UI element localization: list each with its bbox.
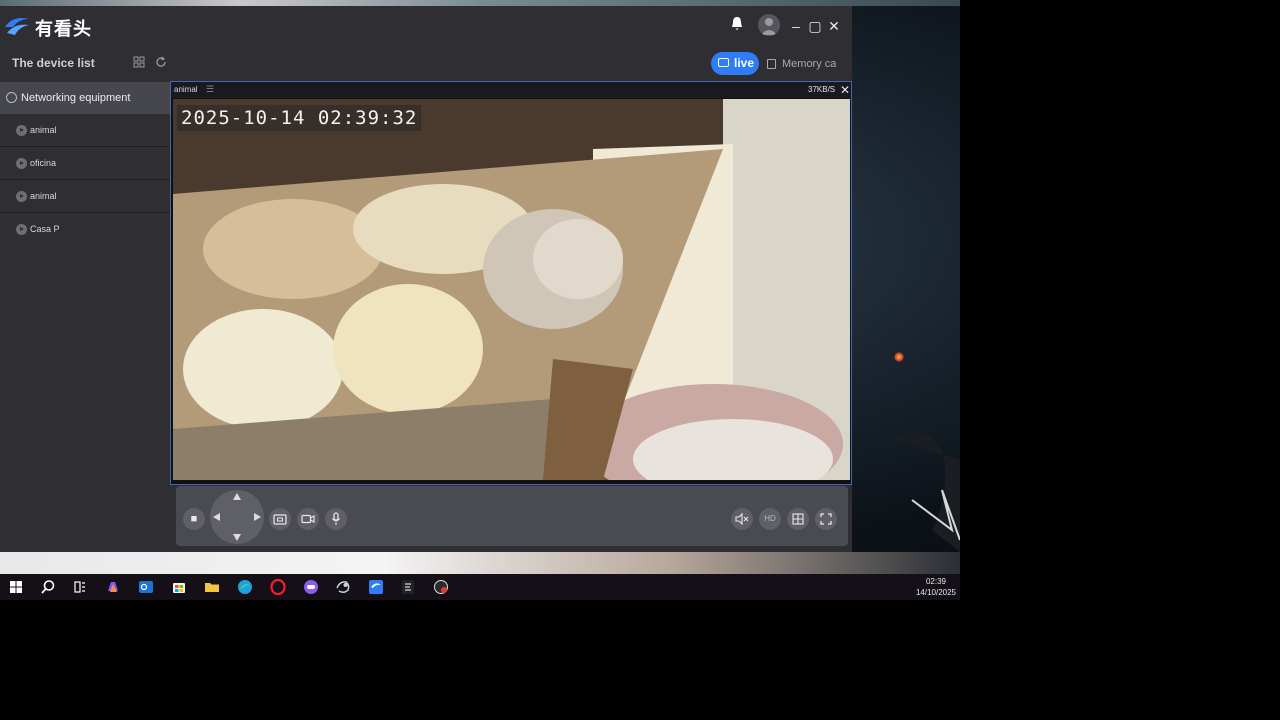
video-title: animal [174,85,198,94]
memory-card-tab-button[interactable]: Memory card [766,58,836,72]
recording-app-icon[interactable] [433,579,449,595]
microphone-icon[interactable] [325,508,347,530]
task-view-icon[interactable] [72,579,88,595]
menu-icon[interactable]: ☰ [206,84,214,95]
memory-card-tab-label: Memory card [782,58,836,70]
wallpaper-bottom [0,552,960,574]
app-window: 有看头 – ▢ ✕ The device list live Memory ca… [0,6,852,552]
playback-controls: ■ HD [176,486,848,546]
play-circle-icon [16,191,27,202]
camera-feed[interactable]: 2025-10-14 02:39:32 [173,99,850,480]
record-icon[interactable] [297,508,319,530]
epic-games-icon[interactable] [400,579,416,595]
edge-browser-icon[interactable] [237,579,253,595]
bell-icon[interactable] [727,16,747,36]
wallpaper-art [892,432,960,552]
device-item-oficina[interactable]: oficina [0,147,170,180]
device-list-title: The device list [12,56,95,70]
stop-icon[interactable]: ■ [183,508,205,530]
app-gamepad-icon[interactable] [303,579,319,595]
toolbar: The device list live Memory card [0,46,852,80]
ptz-down-icon[interactable] [233,534,241,541]
desktop: 有看头 – ▢ ✕ The device list live Memory ca… [0,0,960,600]
fullscreen-icon[interactable] [815,508,837,530]
bitrate-readout: 37KB/S [808,85,836,94]
group-label: Networking equipment [21,92,131,104]
camera-feed-image [173,99,850,480]
close-video-icon[interactable]: ✕ [839,82,851,98]
copilot-icon[interactable] [105,579,121,595]
screenshot-icon[interactable] [269,508,291,530]
steam-icon[interactable] [335,579,351,595]
opera-icon[interactable] [270,579,286,595]
minimize-icon[interactable]: – [786,16,806,36]
hd-icon[interactable]: HD [759,508,781,530]
play-circle-icon [16,224,27,235]
device-item-animal-2[interactable]: animal [0,180,170,213]
device-item-animal[interactable]: animal [0,114,170,147]
sd-card-icon [767,59,776,69]
device-item-casa-p[interactable]: Casa P [0,213,170,246]
device-label: oficina [30,158,57,168]
device-label: animal [30,125,57,135]
live-tab-button[interactable]: live [711,52,759,75]
app-logo-text: 有看头 [35,19,92,39]
ptz-right-icon[interactable] [254,513,261,521]
play-circle-icon [16,158,27,169]
maximize-icon[interactable]: ▢ [805,16,825,36]
play-circle-icon [16,125,27,136]
ptz-up-icon[interactable] [233,493,241,500]
video-header: animal ☰ 37KB/S ✕ [171,82,851,98]
mute-icon[interactable] [731,508,753,530]
windows-start-icon[interactable] [8,579,24,595]
system-clock[interactable]: 02:39 14/10/2025 [912,576,960,598]
wallpaper-spark [894,352,904,362]
grid-view-icon[interactable] [132,56,146,70]
app-logo-icon [5,18,29,35]
search-icon[interactable] [40,579,56,595]
globe-icon [6,92,17,103]
file-explorer-icon[interactable] [204,579,220,595]
title-bar: 有看头 – ▢ ✕ [0,6,852,46]
grid-layout-icon[interactable] [787,508,809,530]
outlook-icon[interactable] [138,579,154,595]
device-label: animal [30,191,57,201]
user-avatar-icon[interactable] [758,14,780,36]
taskbar: 02:39 14/10/2025 [0,574,960,600]
device-sidebar: Networking equipment animal oficina anim… [0,82,170,552]
tv-icon [718,58,729,67]
video-timestamp-overlay: 2025-10-14 02:39:32 [177,105,422,131]
microsoft-store-icon[interactable] [171,579,187,595]
video-panel[interactable]: animal ☰ 37KB/S ✕ 2025-10-14 02:39:32 [170,81,852,485]
networking-equipment-group[interactable]: Networking equipment [0,82,170,114]
ptz-pad[interactable] [210,490,264,544]
live-tab-label: live [734,56,755,70]
close-icon[interactable]: ✕ [824,16,844,36]
refresh-icon[interactable] [154,56,168,70]
ptz-left-icon[interactable] [213,513,220,521]
clock-time: 02:39 [925,577,947,586]
camera-app-icon[interactable] [368,579,384,595]
device-label: Casa P [30,224,60,234]
clock-date: 14/10/2025 [915,588,957,597]
